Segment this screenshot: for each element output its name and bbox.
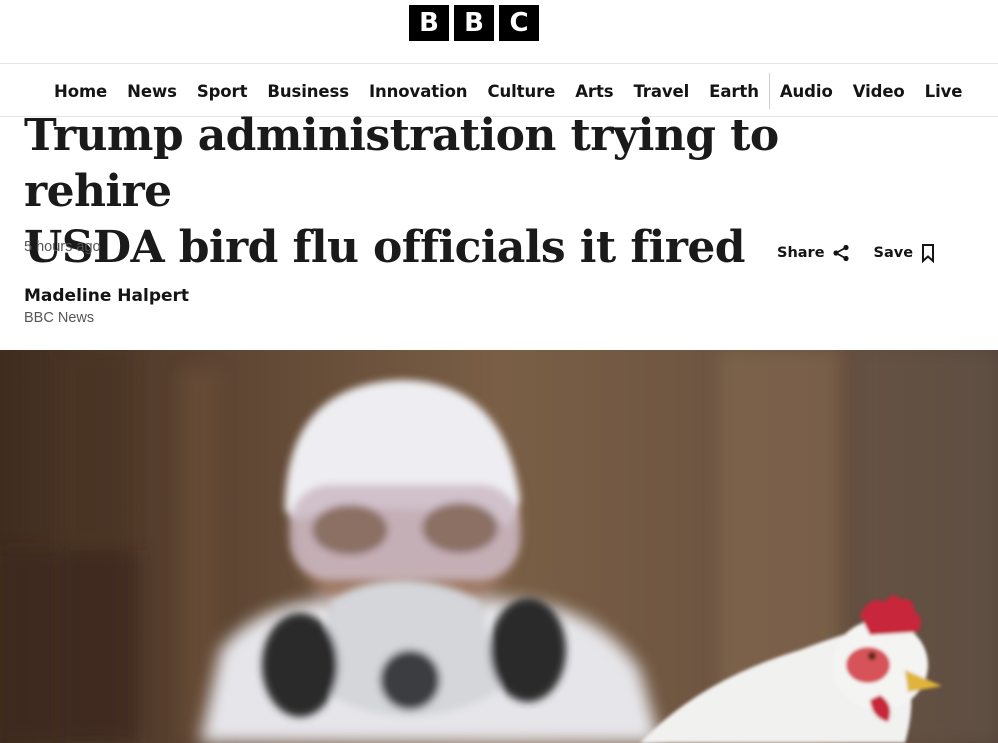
nav-item-culture[interactable]: Culture	[477, 82, 565, 101]
article-timestamp: 5 hours ago	[24, 239, 101, 255]
nav-item-home[interactable]: Home	[44, 82, 117, 101]
article-actions: Share Save	[777, 243, 936, 263]
bbc-logo[interactable]: B B C	[409, 5, 539, 41]
bookmark-icon	[920, 243, 936, 263]
save-button[interactable]: Save	[874, 243, 937, 263]
author-source: BBC News	[24, 310, 95, 326]
nav-item-live[interactable]: Live	[915, 82, 973, 101]
nav-item-arts[interactable]: Arts	[565, 82, 623, 101]
headline-line-2: USDA bird flu officials it fired	[24, 222, 746, 273]
save-label: Save	[873, 245, 914, 261]
nav-item-travel[interactable]: Travel	[623, 82, 699, 101]
nav-item-innovation[interactable]: Innovation	[359, 82, 477, 101]
nav-item-news[interactable]: News	[117, 82, 187, 101]
share-icon	[832, 244, 850, 262]
hero-image	[0, 350, 998, 743]
nav-item-earth[interactable]: Earth	[699, 82, 769, 101]
logo-letter-b1: B	[409, 5, 449, 41]
masthead: B B C	[0, 0, 998, 64]
share-label: Share	[777, 245, 825, 261]
nav-item-business[interactable]: Business	[257, 82, 359, 101]
byline: Madeline Halpert BBC News	[24, 286, 189, 326]
nav-item-sport[interactable]: Sport	[187, 82, 258, 101]
headline-line-1: Trump administration trying to rehire	[24, 110, 779, 217]
logo-letter-b2: B	[454, 5, 494, 41]
nav-item-video[interactable]: Video	[843, 82, 915, 101]
nav-item-audio[interactable]: Audio	[770, 82, 843, 101]
hero-photo	[0, 350, 998, 743]
logo-letter-c: C	[499, 5, 539, 41]
share-button[interactable]: Share	[777, 244, 850, 262]
author-name[interactable]: Madeline Halpert	[24, 286, 189, 306]
